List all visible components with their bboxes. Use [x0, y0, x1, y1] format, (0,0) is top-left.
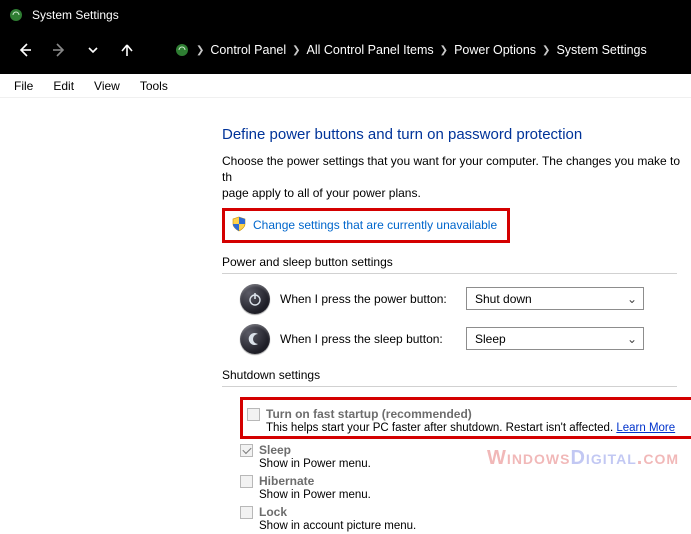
navigation-bar: ❯ Control Panel ❯ All Control Panel Item… [0, 30, 691, 74]
sleep-button-label: When I press the sleep button: [280, 332, 456, 346]
menu-edit[interactable]: Edit [45, 77, 82, 95]
lock-title: Lock [259, 505, 691, 519]
hibernate-checkbox[interactable] [240, 475, 253, 488]
chevron-right-icon[interactable]: ❯ [440, 45, 448, 56]
page-desc-line: page apply to all of your power plans. [222, 186, 421, 200]
window-titlebar: System Settings [0, 0, 691, 30]
recent-locations-button[interactable] [82, 39, 104, 61]
fast-startup-row: Turn on fast startup (recommended) This … [247, 407, 687, 434]
power-button-row: When I press the power button: Shut down… [240, 284, 691, 314]
forward-button[interactable] [48, 39, 70, 61]
menu-tools[interactable]: Tools [132, 77, 176, 95]
menu-view[interactable]: View [86, 77, 128, 95]
back-button[interactable] [14, 39, 36, 61]
chevron-right-icon[interactable]: ❯ [196, 45, 204, 56]
hibernate-row: Hibernate Show in Power menu. [240, 474, 691, 501]
lock-row: Lock Show in account picture menu. [240, 505, 691, 532]
content-area: Define power buttons and turn on passwor… [0, 98, 691, 532]
breadcrumb-item[interactable]: All Control Panel Items [307, 43, 434, 57]
section-power-sleep-legend: Power and sleep button settings [222, 255, 677, 274]
breadcrumb-item[interactable]: System Settings [556, 43, 646, 57]
sleep-desc: Show in Power menu. [259, 458, 691, 470]
fast-startup-desc: This helps start your PC faster after sh… [266, 422, 687, 434]
page-title: Define power buttons and turn on passwor… [222, 126, 691, 143]
fast-startup-desc-text: This helps start your PC faster after sh… [266, 422, 616, 434]
power-button-dropdown[interactable]: Shut down ⌄ [466, 287, 644, 310]
window-title: System Settings [32, 8, 119, 22]
change-settings-link[interactable]: Change settings that are currently unava… [253, 218, 497, 232]
app-icon [8, 7, 24, 23]
address-bar[interactable]: ❯ Control Panel ❯ All Control Panel Item… [174, 42, 647, 58]
learn-more-link[interactable]: Learn More [616, 422, 675, 434]
sleep-button-row: When I press the sleep button: Sleep ⌄ [240, 324, 691, 354]
fast-startup-title: Turn on fast startup (recommended) [266, 407, 687, 421]
breadcrumb-item[interactable]: Control Panel [210, 43, 286, 57]
dropdown-value: Sleep [475, 332, 506, 346]
chevron-right-icon[interactable]: ❯ [542, 45, 550, 56]
shield-icon [231, 216, 247, 235]
chevron-down-icon: ⌄ [627, 292, 637, 306]
power-button-label: When I press the power button: [280, 292, 456, 306]
hibernate-desc: Show in Power menu. [259, 489, 691, 501]
hibernate-title: Hibernate [259, 474, 691, 488]
sleep-icon [240, 324, 270, 354]
menu-file[interactable]: File [6, 77, 41, 95]
sleep-checkbox[interactable] [240, 444, 253, 457]
lock-checkbox[interactable] [240, 506, 253, 519]
lock-desc: Show in account picture menu. [259, 520, 691, 532]
dropdown-value: Shut down [475, 292, 532, 306]
change-settings-highlight: Change settings that are currently unava… [222, 208, 510, 243]
sleep-row: Sleep Show in Power menu. [240, 443, 691, 470]
fast-startup-highlight: Turn on fast startup (recommended) This … [240, 397, 691, 439]
chevron-down-icon: ⌄ [627, 332, 637, 346]
power-icon [240, 284, 270, 314]
fast-startup-checkbox[interactable] [247, 408, 260, 421]
section-shutdown-legend: Shutdown settings [222, 368, 677, 387]
sleep-title: Sleep [259, 443, 691, 457]
menu-bar: File Edit View Tools [0, 74, 691, 98]
breadcrumb-item[interactable]: Power Options [454, 43, 536, 57]
location-icon [174, 42, 190, 58]
sleep-button-dropdown[interactable]: Sleep ⌄ [466, 327, 644, 350]
up-button[interactable] [116, 39, 138, 61]
page-desc-line: Choose the power settings that you want … [222, 154, 680, 184]
page-description: Choose the power settings that you want … [222, 153, 682, 202]
chevron-right-icon[interactable]: ❯ [292, 45, 300, 56]
